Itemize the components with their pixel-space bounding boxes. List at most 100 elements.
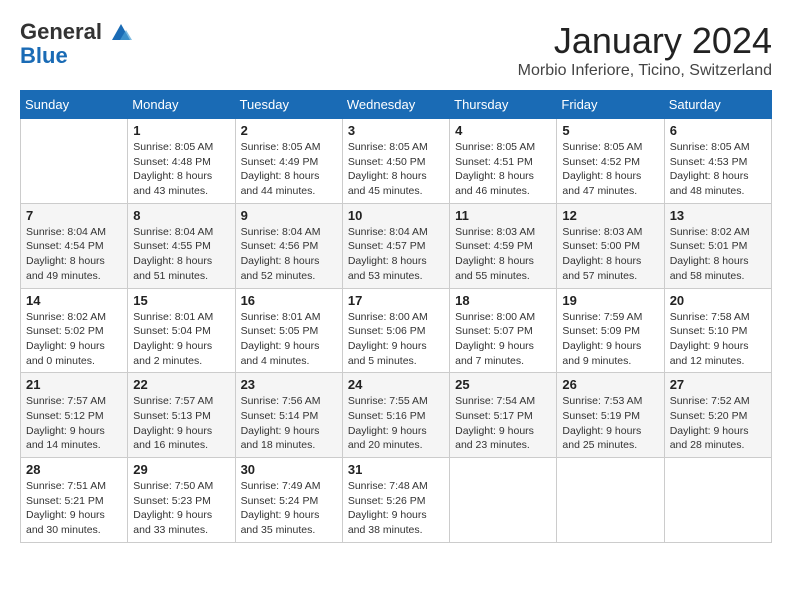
header-day-sunday: Sunday (21, 91, 128, 119)
day-number: 19 (562, 293, 658, 308)
day-number: 1 (133, 123, 229, 138)
day-number: 9 (241, 208, 337, 223)
day-info: Sunrise: 7:59 AMSunset: 5:09 PMDaylight:… (562, 310, 658, 369)
calendar-week-5: 28 Sunrise: 7:51 AMSunset: 5:21 PMDaylig… (21, 458, 772, 543)
day-info: Sunrise: 8:03 AMSunset: 5:00 PMDaylight:… (562, 225, 658, 284)
day-info: Sunrise: 8:03 AMSunset: 4:59 PMDaylight:… (455, 225, 551, 284)
logo-text: General Blue (20, 20, 132, 68)
calendar-cell (450, 458, 557, 543)
calendar-cell: 2 Sunrise: 8:05 AMSunset: 4:49 PMDayligh… (235, 119, 342, 204)
location-title: Morbio Inferiore, Ticino, Switzerland (518, 62, 772, 80)
day-number: 3 (348, 123, 444, 138)
header-day-monday: Monday (128, 91, 235, 119)
day-number: 29 (133, 462, 229, 477)
day-number: 24 (348, 377, 444, 392)
calendar-cell: 18 Sunrise: 8:00 AMSunset: 5:07 PMDaylig… (450, 288, 557, 373)
day-info: Sunrise: 8:02 AMSunset: 5:01 PMDaylight:… (670, 225, 766, 284)
calendar-cell: 31 Sunrise: 7:48 AMSunset: 5:26 PMDaylig… (342, 458, 449, 543)
day-info: Sunrise: 8:04 AMSunset: 4:57 PMDaylight:… (348, 225, 444, 284)
day-number: 6 (670, 123, 766, 138)
day-number: 4 (455, 123, 551, 138)
calendar-week-2: 7 Sunrise: 8:04 AMSunset: 4:54 PMDayligh… (21, 203, 772, 288)
day-number: 25 (455, 377, 551, 392)
calendar-cell: 6 Sunrise: 8:05 AMSunset: 4:53 PMDayligh… (664, 119, 771, 204)
day-number: 20 (670, 293, 766, 308)
calendar-cell: 11 Sunrise: 8:03 AMSunset: 4:59 PMDaylig… (450, 203, 557, 288)
day-info: Sunrise: 8:01 AMSunset: 5:04 PMDaylight:… (133, 310, 229, 369)
day-number: 13 (670, 208, 766, 223)
day-number: 12 (562, 208, 658, 223)
day-info: Sunrise: 8:02 AMSunset: 5:02 PMDaylight:… (26, 310, 122, 369)
day-number: 28 (26, 462, 122, 477)
header-day-tuesday: Tuesday (235, 91, 342, 119)
header-day-saturday: Saturday (664, 91, 771, 119)
calendar-cell (557, 458, 664, 543)
day-info: Sunrise: 8:05 AMSunset: 4:51 PMDaylight:… (455, 140, 551, 199)
calendar-cell: 25 Sunrise: 7:54 AMSunset: 5:17 PMDaylig… (450, 373, 557, 458)
calendar-cell: 28 Sunrise: 7:51 AMSunset: 5:21 PMDaylig… (21, 458, 128, 543)
calendar-cell: 27 Sunrise: 7:52 AMSunset: 5:20 PMDaylig… (664, 373, 771, 458)
calendar-cell: 14 Sunrise: 8:02 AMSunset: 5:02 PMDaylig… (21, 288, 128, 373)
day-number: 15 (133, 293, 229, 308)
day-number: 18 (455, 293, 551, 308)
day-info: Sunrise: 7:57 AMSunset: 5:12 PMDaylight:… (26, 394, 122, 453)
logo-blue: Blue (20, 43, 68, 68)
day-info: Sunrise: 7:57 AMSunset: 5:13 PMDaylight:… (133, 394, 229, 453)
day-info: Sunrise: 7:58 AMSunset: 5:10 PMDaylight:… (670, 310, 766, 369)
day-info: Sunrise: 8:04 AMSunset: 4:54 PMDaylight:… (26, 225, 122, 284)
day-number: 16 (241, 293, 337, 308)
day-number: 7 (26, 208, 122, 223)
calendar-cell (21, 119, 128, 204)
day-info: Sunrise: 7:56 AMSunset: 5:14 PMDaylight:… (241, 394, 337, 453)
calendar-cell: 7 Sunrise: 8:04 AMSunset: 4:54 PMDayligh… (21, 203, 128, 288)
calendar-cell: 19 Sunrise: 7:59 AMSunset: 5:09 PMDaylig… (557, 288, 664, 373)
day-info: Sunrise: 7:53 AMSunset: 5:19 PMDaylight:… (562, 394, 658, 453)
calendar-cell: 9 Sunrise: 8:04 AMSunset: 4:56 PMDayligh… (235, 203, 342, 288)
day-info: Sunrise: 8:04 AMSunset: 4:56 PMDaylight:… (241, 225, 337, 284)
calendar-cell: 12 Sunrise: 8:03 AMSunset: 5:00 PMDaylig… (557, 203, 664, 288)
calendar-cell: 24 Sunrise: 7:55 AMSunset: 5:16 PMDaylig… (342, 373, 449, 458)
day-number: 30 (241, 462, 337, 477)
day-info: Sunrise: 7:55 AMSunset: 5:16 PMDaylight:… (348, 394, 444, 453)
day-info: Sunrise: 8:05 AMSunset: 4:48 PMDaylight:… (133, 140, 229, 199)
day-number: 17 (348, 293, 444, 308)
header-row: SundayMondayTuesdayWednesdayThursdayFrid… (21, 91, 772, 119)
day-number: 2 (241, 123, 337, 138)
day-number: 23 (241, 377, 337, 392)
header-day-thursday: Thursday (450, 91, 557, 119)
calendar-cell: 3 Sunrise: 8:05 AMSunset: 4:50 PMDayligh… (342, 119, 449, 204)
calendar-cell: 4 Sunrise: 8:05 AMSunset: 4:51 PMDayligh… (450, 119, 557, 204)
day-info: Sunrise: 8:05 AMSunset: 4:52 PMDaylight:… (562, 140, 658, 199)
calendar-week-1: 1 Sunrise: 8:05 AMSunset: 4:48 PMDayligh… (21, 119, 772, 204)
calendar-cell: 10 Sunrise: 8:04 AMSunset: 4:57 PMDaylig… (342, 203, 449, 288)
day-number: 11 (455, 208, 551, 223)
logo: General Blue (20, 20, 132, 68)
calendar-cell: 23 Sunrise: 7:56 AMSunset: 5:14 PMDaylig… (235, 373, 342, 458)
calendar-cell: 20 Sunrise: 7:58 AMSunset: 5:10 PMDaylig… (664, 288, 771, 373)
calendar-header: SundayMondayTuesdayWednesdayThursdayFrid… (21, 91, 772, 119)
day-info: Sunrise: 7:52 AMSunset: 5:20 PMDaylight:… (670, 394, 766, 453)
calendar-cell: 16 Sunrise: 8:01 AMSunset: 5:05 PMDaylig… (235, 288, 342, 373)
day-number: 21 (26, 377, 122, 392)
day-info: Sunrise: 8:04 AMSunset: 4:55 PMDaylight:… (133, 225, 229, 284)
day-info: Sunrise: 7:54 AMSunset: 5:17 PMDaylight:… (455, 394, 551, 453)
calendar-cell: 26 Sunrise: 7:53 AMSunset: 5:19 PMDaylig… (557, 373, 664, 458)
day-number: 8 (133, 208, 229, 223)
day-info: Sunrise: 7:51 AMSunset: 5:21 PMDaylight:… (26, 479, 122, 538)
day-number: 27 (670, 377, 766, 392)
calendar-week-3: 14 Sunrise: 8:02 AMSunset: 5:02 PMDaylig… (21, 288, 772, 373)
day-info: Sunrise: 7:50 AMSunset: 5:23 PMDaylight:… (133, 479, 229, 538)
day-info: Sunrise: 7:48 AMSunset: 5:26 PMDaylight:… (348, 479, 444, 538)
header: General Blue January 2024 Morbio Inferio… (20, 20, 772, 80)
day-info: Sunrise: 8:01 AMSunset: 5:05 PMDaylight:… (241, 310, 337, 369)
day-info: Sunrise: 8:05 AMSunset: 4:50 PMDaylight:… (348, 140, 444, 199)
day-number: 22 (133, 377, 229, 392)
title-section: January 2024 Morbio Inferiore, Ticino, S… (518, 20, 772, 80)
calendar-cell: 13 Sunrise: 8:02 AMSunset: 5:01 PMDaylig… (664, 203, 771, 288)
header-day-wednesday: Wednesday (342, 91, 449, 119)
day-number: 10 (348, 208, 444, 223)
calendar-cell: 29 Sunrise: 7:50 AMSunset: 5:23 PMDaylig… (128, 458, 235, 543)
header-day-friday: Friday (557, 91, 664, 119)
calendar-week-4: 21 Sunrise: 7:57 AMSunset: 5:12 PMDaylig… (21, 373, 772, 458)
calendar-cell: 22 Sunrise: 7:57 AMSunset: 5:13 PMDaylig… (128, 373, 235, 458)
